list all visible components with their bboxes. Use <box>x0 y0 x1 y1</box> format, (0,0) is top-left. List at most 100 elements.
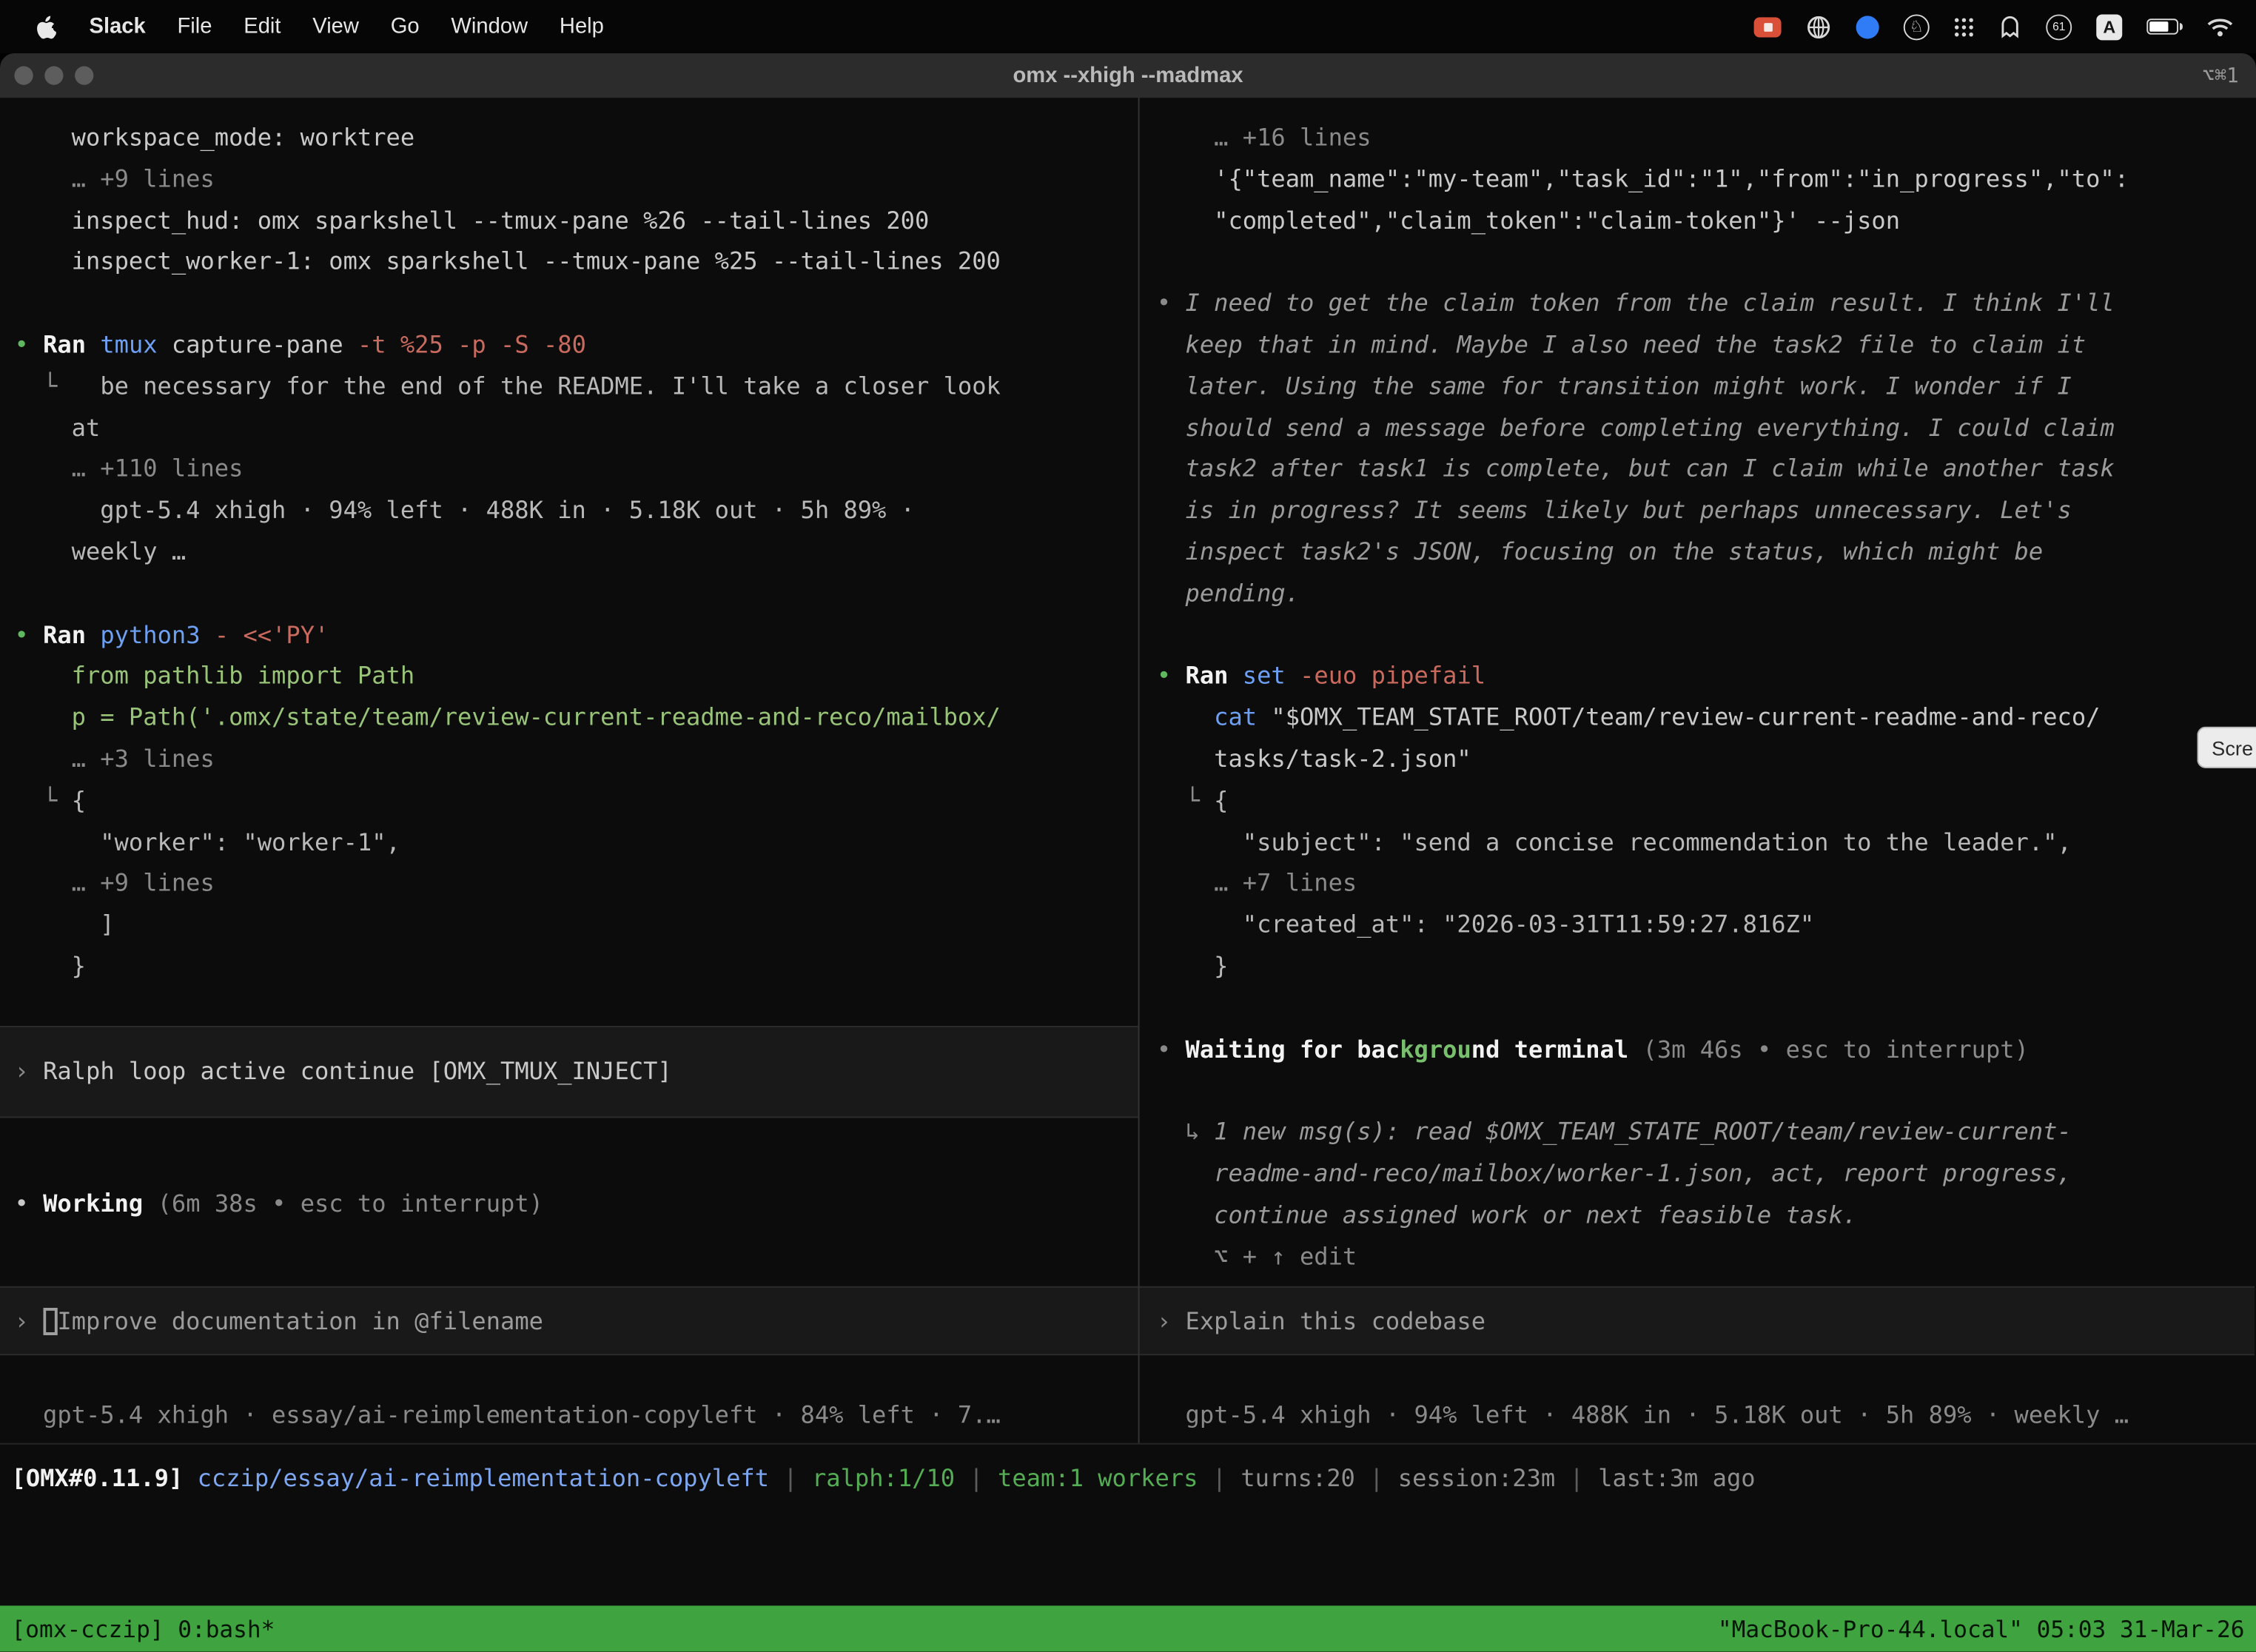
apple-icon <box>35 13 56 39</box>
text-segment: • <box>1157 1035 1186 1063</box>
blue-app-dot <box>1856 15 1879 38</box>
text-segment: { <box>72 787 86 814</box>
text-segment: ⌥ + ↑ edit <box>1157 1243 1357 1270</box>
terminal-line: } <box>1140 947 2255 988</box>
battery-icon[interactable] <box>2146 19 2183 34</box>
terminal-line <box>0 574 1138 615</box>
terminal-line: tasks/task-2.json" <box>1140 739 2255 781</box>
dots-grid-icon[interactable] <box>1954 16 1974 36</box>
terminal-line: … +3 lines <box>0 739 1138 781</box>
text-segment: "created_at": "2026-03-31T11:59:27.816Z" <box>1157 911 1814 939</box>
terminal-line: … +7 lines <box>1140 864 2255 905</box>
text-segment: 1 new msg(s): read $OMX_TEAM_STATE_ROOT/… <box>1214 1118 2072 1146</box>
text-segment: weekly … <box>14 538 186 565</box>
omx-status-line: [OMX#0.11.9] cczip/essay/ai-reimplementa… <box>0 1445 2256 1507</box>
terminal-line: '{"team_name":"my-team","task_id":"1","f… <box>1140 159 2255 201</box>
text-segment: gpt-5.4 xhigh · 94% left · 488K in · 5.1… <box>14 497 915 524</box>
terminal-line: weekly … <box>0 532 1138 574</box>
text-segment: capture-pane <box>172 331 357 358</box>
text-segment: } <box>1157 953 1229 980</box>
menu-item-file[interactable]: File <box>161 14 228 38</box>
text-segment: -euo pipefail <box>1300 662 1485 690</box>
terminal-line: ⌥ + ↑ edit <box>1140 1237 2255 1278</box>
menu-item-edit[interactable]: Edit <box>228 14 297 38</box>
text-segment: keep that in mind. Maybe I also need the… <box>1157 331 2086 358</box>
text-segment: "subject": "send a concise recommendatio… <box>1157 828 2072 856</box>
text-segment: … +110 lines <box>14 455 243 483</box>
text-segment: ralph:1/10 <box>812 1465 955 1492</box>
terminal-line: should send a message before completing … <box>1140 408 2255 449</box>
battery-cap <box>2180 23 2183 30</box>
menu-item-window[interactable]: Window <box>435 14 543 38</box>
text-segment: | <box>955 1465 998 1492</box>
menu-item-help[interactable]: Help <box>544 14 620 38</box>
window-shortcut-hint: ⌥⌘1 <box>2203 64 2256 87</box>
terminal-line: inspect task2's JSON, focusing on the st… <box>1140 532 2255 574</box>
wifi-icon[interactable] <box>2207 16 2233 36</box>
terminal-line: cat "$OMX_TEAM_STATE_ROOT/team/review-cu… <box>1140 698 2255 739</box>
text-segment <box>43 1307 57 1334</box>
bluesky-icon[interactable] <box>1856 15 1879 38</box>
terminal-line: … +9 lines <box>0 159 1138 201</box>
text-segment: python3 <box>100 621 215 648</box>
text-segment: • <box>14 1189 43 1217</box>
terminal-line: gpt-5.4 xhigh · 94% left · 488K in · 5.1… <box>0 491 1138 532</box>
left-session-footer: gpt-5.4 xhigh · essay/ai-reimplementatio… <box>0 1396 1138 1437</box>
chess-app-icon[interactable]: ♘ <box>1904 13 1930 39</box>
terminal-line: • Ran tmux capture-pane -t %25 -p -S -80 <box>0 325 1138 366</box>
terminal-line: "completed","claim_token":"claim-token"}… <box>1140 201 2255 242</box>
knight-icon: ♘ <box>1904 13 1930 39</box>
menu-item-go[interactable]: Go <box>375 14 435 38</box>
window-title: omx --xhigh --madmax <box>0 64 2256 88</box>
left-prompt-input[interactable]: › Improve documentation in @filename <box>0 1286 1138 1355</box>
menu-item-view[interactable]: View <box>297 14 375 38</box>
text-segment: last:3m ago <box>1598 1465 1755 1492</box>
battery-fill <box>2149 21 2167 32</box>
text-segment: pending. <box>1157 580 1300 607</box>
terminal-line: … +9 lines <box>0 864 1138 905</box>
terminal-line <box>1140 988 2255 1030</box>
menu-item-slack[interactable]: Slack <box>73 14 161 38</box>
screen-notification[interactable]: Scre <box>2198 727 2256 768</box>
terminal-line: p = Path('.omx/state/team/review-current… <box>0 698 1138 739</box>
screen-recording-indicator-icon[interactable] <box>1754 16 1782 36</box>
text-segment: later. Using the same for transition mig… <box>1157 372 2072 400</box>
text-segment: › <box>14 1058 43 1085</box>
text-segment: • <box>1157 662 1186 690</box>
text-segment: | <box>1555 1465 1598 1492</box>
terminal-line <box>1140 1071 2255 1112</box>
terminal-line <box>1140 242 2255 283</box>
terminal-line: continue assigned work or next feasible … <box>1140 1195 2255 1237</box>
text-segment: | <box>1198 1465 1241 1492</box>
text-segment: ↳ <box>1157 1118 1214 1146</box>
terminal-line: └ { <box>1140 781 2255 822</box>
text-segment: | <box>769 1465 812 1492</box>
text-segment: is in progress? It seems likely but perh… <box>1157 497 2072 524</box>
text-segment: tmux <box>100 331 172 358</box>
text-segment: (3m 46s • esc to interrupt) <box>1643 1035 2029 1063</box>
text-segment: … +9 lines <box>14 165 214 192</box>
terminal-line: readme-and-reco/mailbox/worker-1.json, a… <box>1140 1154 2255 1195</box>
terminal-line: … +110 lines <box>0 449 1138 491</box>
ralph-loop-banner: › Ralph loop active continue [OMX_TMUX_I… <box>0 1025 1138 1117</box>
battery-gauge-icon[interactable]: 61 <box>2046 13 2072 39</box>
terminal-line: └ be necessary for the end of the README… <box>0 366 1138 408</box>
terminal-line: … +16 lines <box>1140 118 2255 159</box>
ghost-app-icon[interactable] <box>1998 14 2021 38</box>
right-pane-output: … +16 lines '{"team_name":"my-team","tas… <box>1140 118 2255 1277</box>
text-segment: • <box>14 621 43 648</box>
text-segment: session:23m <box>1398 1465 1555 1492</box>
terminal-line: ] <box>0 905 1138 947</box>
input-source-icon[interactable]: A <box>2096 13 2122 39</box>
apple-menu[interactable] <box>17 13 73 39</box>
right-prompt-input[interactable]: › Explain this codebase <box>1140 1286 2255 1355</box>
terminal-line: } <box>0 947 1138 988</box>
text-segment: … +3 lines <box>14 745 214 773</box>
tmux-host-clock: "MacBook-Pro-44.local" 05:03 31-Mar-26 <box>1718 1615 2245 1642</box>
text-segment: Working <box>43 1189 158 1217</box>
left-terminal-pane: workspace_mode: worktree … +9 lines insp… <box>0 98 1138 1443</box>
globe-grid-icon[interactable] <box>1806 13 1832 39</box>
terminal-line: • Working (6m 38s • esc to interrupt) <box>0 1183 1138 1225</box>
text-segment: ] <box>14 911 114 939</box>
text-segment: I need to get the claim token from the c… <box>1186 289 2115 317</box>
